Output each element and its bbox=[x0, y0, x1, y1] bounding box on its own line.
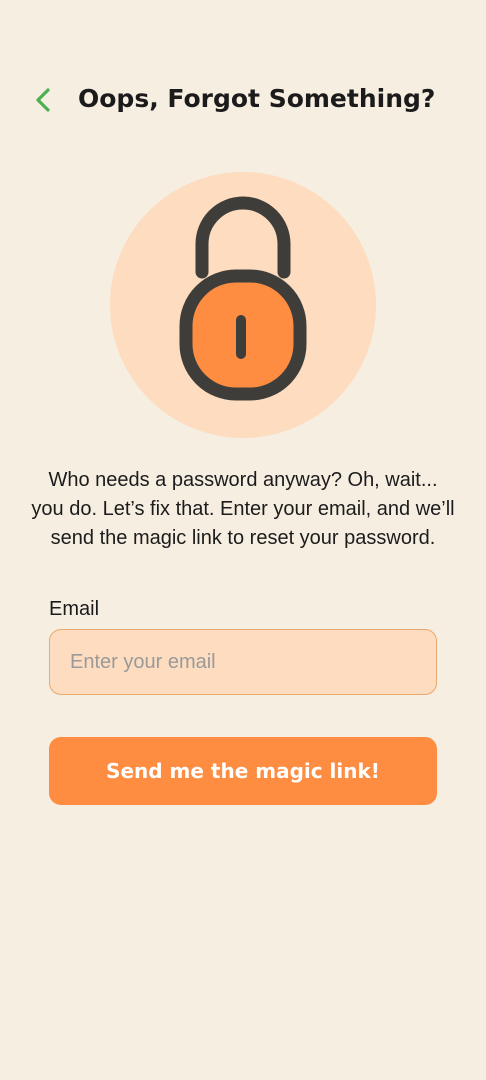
chevron-left-icon[interactable] bbox=[33, 87, 55, 113]
padlock-icon bbox=[179, 196, 307, 401]
header: Oops, Forgot Something? bbox=[0, 70, 486, 130]
instructions-text: Who needs a password anyway? Oh, wait...… bbox=[31, 469, 455, 549]
back-button[interactable] bbox=[26, 82, 62, 118]
email-label: Email bbox=[49, 598, 100, 620]
lock-illustration bbox=[110, 172, 376, 438]
page-title: Oops, Forgot Something? bbox=[78, 84, 436, 113]
send-magic-link-button[interactable]: Send me the magic link! bbox=[49, 737, 437, 805]
email-input[interactable] bbox=[49, 629, 437, 695]
